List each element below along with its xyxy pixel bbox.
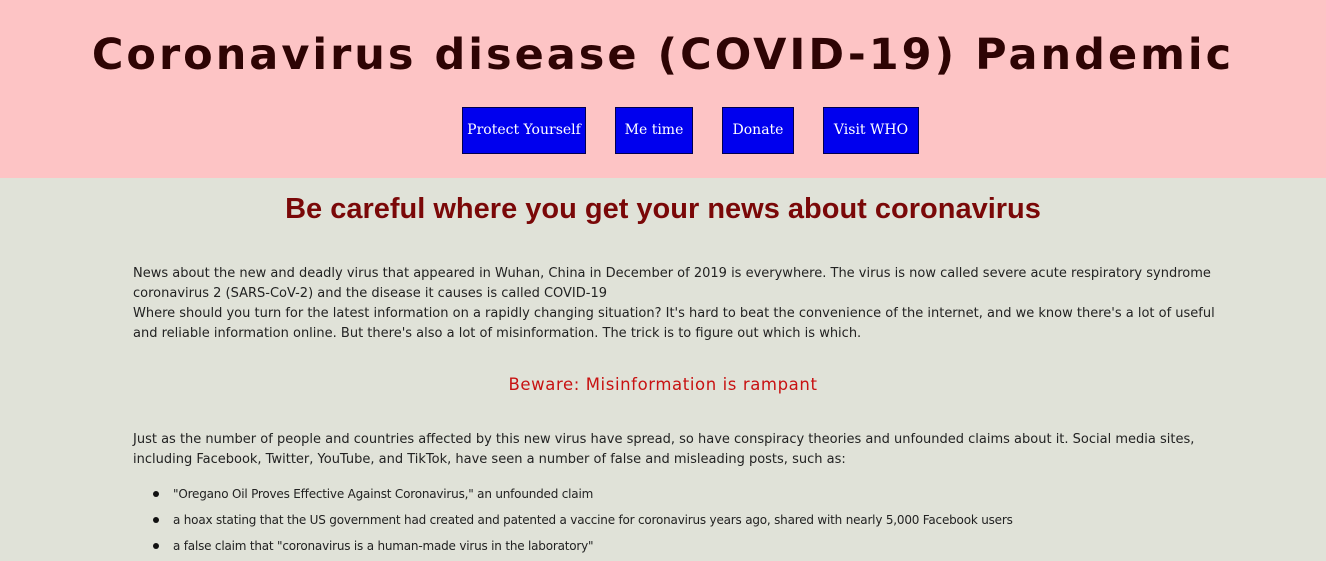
false-claims-list: "Oregano Oil Proves Effective Against Co… — [133, 484, 1223, 561]
intro-paragraph: News about the new and deadly virus that… — [133, 264, 1223, 344]
me-time-button[interactable]: Me time — [615, 107, 693, 154]
claim-text: "Oregano Oil Proves Effective Against Co… — [173, 487, 594, 501]
bullet-icon — [153, 543, 159, 549]
intro-line-2: Where should you turn for the latest inf… — [133, 306, 1215, 341]
protect-yourself-button[interactable]: Protect Yourself — [462, 107, 586, 154]
visit-who-button[interactable]: Visit WHO — [823, 107, 919, 154]
nav-bar: Protect Yourself Me time Donate Visit WH… — [0, 107, 1326, 154]
bullet-icon — [153, 517, 159, 523]
misinformation-paragraph: Just as the number of people and countri… — [133, 432, 1195, 467]
page-headline: Be careful where you get your news about… — [285, 193, 1041, 225]
list-item: "Oregano Oil Proves Effective Against Co… — [133, 484, 1223, 510]
claim-text: a false claim that "coronavirus is a hum… — [173, 539, 594, 553]
list-item: a hoax stating that the US government ha… — [133, 510, 1223, 536]
site-title: Coronavirus disease (COVID-19) Pandemic — [91, 30, 1235, 80]
intro-line-1: News about the new and deadly virus that… — [133, 266, 1211, 301]
bullet-icon — [153, 491, 159, 497]
site-header: Coronavirus disease (COVID-19) Pandemic … — [0, 0, 1326, 178]
list-item: a false claim that "coronavirus is a hum… — [133, 536, 1223, 561]
claim-text: a hoax stating that the US government ha… — [173, 513, 1013, 527]
main-content: Be careful where you get your news about… — [0, 178, 1326, 561]
donate-button[interactable]: Donate — [722, 107, 794, 154]
misinformation-subheading: Beware: Misinformation is rampant — [508, 375, 818, 394]
